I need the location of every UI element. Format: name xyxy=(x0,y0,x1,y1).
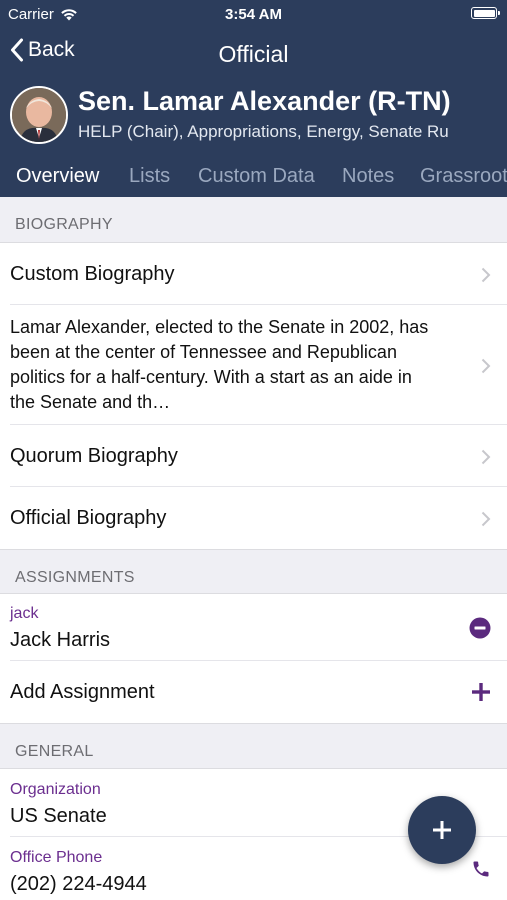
official-profile: Sen. Lamar Alexander (R-TN) HELP (Chair)… xyxy=(8,86,507,148)
organization-label: Organization xyxy=(10,781,101,798)
official-biography-label: Official Biography xyxy=(10,507,167,529)
nav-bar: Back Official xyxy=(0,32,507,74)
page-title: Official xyxy=(218,41,289,67)
assignment-fullname: Jack Harris xyxy=(10,629,111,651)
battery-icon xyxy=(471,7,500,19)
status-time: 3:54 AM xyxy=(225,6,282,23)
section-header-general: GENERAL xyxy=(0,723,507,769)
office-phone-label: Office Phone xyxy=(10,849,103,866)
fab-plus-icon xyxy=(433,821,451,839)
quorum-biography-label: Quorum Biography xyxy=(10,445,178,467)
assignment-row[interactable]: jack Jack Harris xyxy=(0,594,507,661)
custom-biography-label: Custom Biography xyxy=(10,263,175,285)
official-name: Sen. Lamar Alexander (R-TN) xyxy=(78,86,451,116)
plus-icon[interactable] xyxy=(471,682,491,702)
tab-custom-data[interactable]: Custom Data xyxy=(198,165,315,188)
assignment-username: jack xyxy=(10,605,39,622)
status-bar: Carrier 3:54 AM xyxy=(0,0,507,30)
tab-lists[interactable]: Lists xyxy=(129,165,170,188)
official-committees: HELP (Chair), Appropriations, Energy, Se… xyxy=(78,122,449,141)
add-assignment-row[interactable]: Add Assignment xyxy=(0,661,507,723)
biography-excerpt-row[interactable]: Lamar Alexander, elected to the Senate i… xyxy=(0,305,507,425)
tab-notes[interactable]: Notes xyxy=(342,165,394,188)
section-header-biography: BIOGRAPHY xyxy=(0,197,507,243)
biography-excerpt: Lamar Alexander, elected to the Senate i… xyxy=(10,317,429,412)
tab-bar: Overview Lists Custom Data Notes Grassro… xyxy=(0,160,507,196)
official-biography-row[interactable]: Official Biography xyxy=(0,487,507,549)
avatar[interactable] xyxy=(10,86,68,144)
custom-biography-row[interactable]: Custom Biography xyxy=(0,243,507,305)
section-header-assignments: ASSIGNMENTS xyxy=(0,549,507,594)
add-assignment-label: Add Assignment xyxy=(10,681,155,703)
official-photo xyxy=(12,88,66,142)
office-phone-value: (202) 224-4944 xyxy=(10,873,147,895)
chevron-right-icon xyxy=(481,358,491,374)
chevron-right-icon xyxy=(481,449,491,465)
tab-grassroots[interactable]: Grassroot xyxy=(420,165,507,188)
chevron-right-icon xyxy=(481,511,491,527)
header: Carrier 3:54 AM Back Official Sen. Lamar… xyxy=(0,0,507,197)
organization-value: US Senate xyxy=(10,805,107,827)
tab-overview[interactable]: Overview xyxy=(16,165,99,188)
chevron-right-icon xyxy=(481,267,491,283)
minus-circle-icon[interactable] xyxy=(469,617,491,639)
quorum-biography-row[interactable]: Quorum Biography xyxy=(0,425,507,487)
phone-icon[interactable] xyxy=(471,859,491,879)
floating-add-button[interactable] xyxy=(408,796,476,864)
